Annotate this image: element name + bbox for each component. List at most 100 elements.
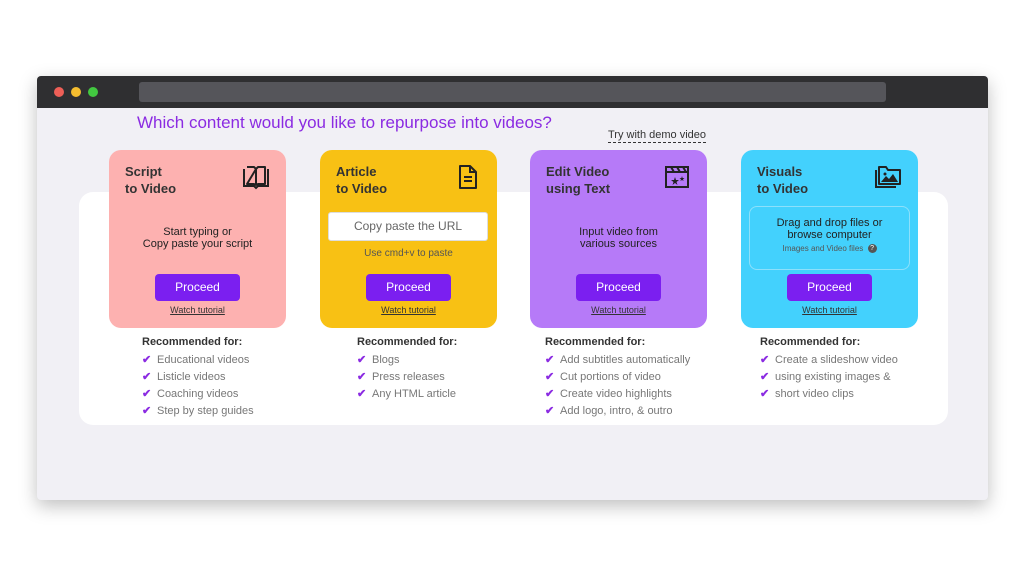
- card-visuals-to-video: Visuals to Video Drag and drop files or …: [741, 150, 918, 328]
- drop-line2: browse computer: [787, 229, 872, 241]
- recommended-edit: Recommended for: ✔ Add subtitles automati…: [545, 336, 725, 420]
- watch-tutorial-link[interactable]: Watch tutorial: [320, 305, 497, 315]
- image-folder-icon: [875, 166, 901, 188]
- list-item-text: Any HTML article: [372, 388, 456, 400]
- checkmark-icon: ✔: [760, 388, 770, 400]
- help-icon[interactable]: ?: [867, 244, 877, 254]
- list-item: ✔ Educational videos: [142, 352, 322, 369]
- list-item: ✔ Create video highlights: [545, 386, 725, 403]
- recommended-script: Recommended for: ✔ Educational videos ✔ Lis…: [142, 336, 322, 420]
- list-item: ✔ using existing images &: [760, 369, 940, 386]
- list-item-text: using existing images &: [775, 371, 891, 383]
- checkmark-icon: ✔: [760, 354, 770, 366]
- page-title: Which content would you like to repurpos…: [137, 113, 552, 132]
- list-item: ✔ Step by step guides: [142, 403, 322, 420]
- watch-tutorial-link[interactable]: Watch tutorial: [530, 305, 707, 315]
- recommended-visuals: Recommended for: ✔ Create a slideshow vid…: [760, 336, 940, 403]
- list-item: ✔ short video clips: [760, 386, 940, 403]
- checkmark-icon: ✔: [545, 354, 555, 366]
- desc-line2: Copy paste your script: [142, 238, 253, 250]
- list-item: ✔ Any HTML article: [357, 386, 537, 403]
- drop-text: Drag and drop files or browse computer: [750, 217, 909, 241]
- file-drop-zone[interactable]: Drag and drop files or browse computer I…: [749, 206, 910, 270]
- list-item-text: Press releases: [372, 371, 445, 383]
- card-description: Input video from various sources: [530, 226, 707, 250]
- maximize-window-button[interactable]: [88, 87, 98, 97]
- list-item: ✔ Coaching videos: [142, 386, 322, 403]
- list-item-text: Cut portions of video: [560, 371, 661, 383]
- browser-titlebar: [37, 76, 988, 108]
- address-bar[interactable]: [139, 82, 886, 102]
- minimize-window-button[interactable]: [71, 87, 81, 97]
- list-item: ✔ Add logo, intro, & outro: [545, 403, 725, 420]
- card-title: Article to Video: [336, 163, 387, 197]
- proceed-button[interactable]: Proceed: [576, 274, 661, 301]
- list-item: ✔ Cut portions of video: [545, 369, 725, 386]
- clapperboard-icon: [665, 166, 689, 188]
- checkmark-icon: ✔: [357, 354, 367, 366]
- open-book-icon: [243, 166, 269, 190]
- card-title-line2: to Video: [336, 181, 388, 196]
- card-title: Script to Video: [125, 163, 176, 197]
- checkmark-icon: ✔: [357, 388, 367, 400]
- checkmark-icon: ✔: [357, 371, 367, 383]
- recommended-article: Recommended for: ✔ Blogs ✔ Press releases ✔ A…: [357, 336, 537, 403]
- desc-line1: Input video from: [579, 226, 658, 238]
- card-edit-video-using-text: Edit Video using Text Input video from v…: [530, 150, 707, 328]
- proceed-button[interactable]: Proceed: [155, 274, 240, 301]
- url-input[interactable]: Copy paste the URL: [328, 212, 488, 241]
- list-item: ✔ Create a slideshow video: [760, 352, 940, 369]
- list-item-text: short video clips: [775, 388, 854, 400]
- desc-line2: various sources: [579, 238, 658, 250]
- list-item: ✔ Add subtitles automatically: [545, 352, 725, 369]
- file-types-note: Images and Video files ?: [750, 244, 909, 254]
- list-item-text: Educational videos: [157, 354, 250, 366]
- checkmark-icon: ✔: [142, 405, 152, 417]
- proceed-button[interactable]: Proceed: [366, 274, 451, 301]
- card-title-line2: to Video: [125, 181, 177, 196]
- list-item-text: Listicle videos: [157, 371, 226, 383]
- checkmark-icon: ✔: [545, 388, 555, 400]
- list-item-text: Blogs: [372, 354, 400, 366]
- watch-tutorial-link[interactable]: Watch tutorial: [741, 305, 918, 315]
- recommended-list: ✔ Create a slideshow video ✔ using existing…: [760, 352, 940, 403]
- close-window-button[interactable]: [54, 87, 64, 97]
- list-item-text: Step by step guides: [157, 405, 254, 417]
- card-title-line1: Visuals: [757, 164, 803, 179]
- checkmark-icon: ✔: [142, 371, 152, 383]
- checkmark-icon: ✔: [545, 371, 555, 383]
- desc-line1: Start typing or: [163, 226, 232, 238]
- recommended-list: ✔ Educational videos ✔ Listicle videos ✔ Coac…: [142, 352, 322, 420]
- recommended-list: ✔ Blogs ✔ Press releases ✔ Any HTML article: [357, 352, 537, 403]
- checkmark-icon: ✔: [142, 354, 152, 366]
- card-title-line1: Script: [125, 164, 162, 179]
- proceed-button[interactable]: Proceed: [787, 274, 872, 301]
- paste-hint: Use cmd+v to paste: [364, 248, 453, 259]
- list-item: ✔ Listicle videos: [142, 369, 322, 386]
- checkmark-icon: ✔: [545, 405, 555, 417]
- list-item-text: Create video highlights: [560, 388, 672, 400]
- document-icon: [459, 165, 477, 189]
- card-article-to-video: Article to Video Copy paste the URL Use …: [320, 150, 497, 328]
- drop-line1: Drag and drop files or: [776, 217, 883, 229]
- watch-tutorial-link[interactable]: Watch tutorial: [109, 305, 286, 315]
- demo-video-link[interactable]: Try with demo video: [608, 129, 707, 143]
- recommended-list: ✔ Add subtitles automatically ✔ Cut portion…: [545, 352, 725, 420]
- recommended-label: Recommended for:: [545, 336, 646, 348]
- card-title-line1: Edit Video: [546, 164, 610, 179]
- recommended-label: Recommended for:: [142, 336, 243, 348]
- file-types-text: Images and Video files: [782, 244, 864, 253]
- list-item: ✔ Press releases: [357, 369, 537, 386]
- list-item-text: Add logo, intro, & outro: [560, 405, 673, 417]
- list-item-text: Coaching videos: [157, 388, 239, 400]
- card-title-line2: to Video: [757, 181, 809, 196]
- card-title-line1: Article: [336, 164, 377, 179]
- checkmark-icon: ✔: [760, 371, 770, 383]
- list-item-text: Add subtitles automatically: [560, 354, 691, 366]
- checkmark-icon: ✔: [142, 388, 152, 400]
- card-title: Visuals to Video: [757, 163, 808, 197]
- card-script-to-video: Script to Video Start typing or Copy pas…: [109, 150, 286, 328]
- list-item-text: Create a slideshow video: [775, 354, 898, 366]
- browser-window: Which content would you like to repurpos…: [37, 76, 988, 500]
- recommended-label: Recommended for:: [357, 336, 458, 348]
